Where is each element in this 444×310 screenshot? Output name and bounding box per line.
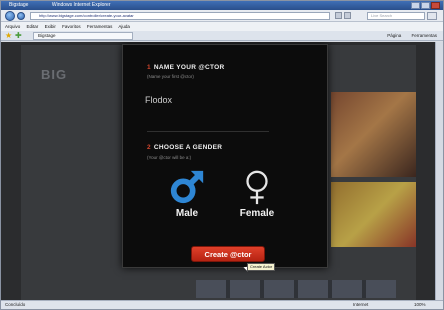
menu-item-help[interactable]: Ajuda <box>118 24 130 29</box>
actor-name-input[interactable] <box>145 89 305 111</box>
menu-item-favorites[interactable]: Favoritos <box>62 24 81 29</box>
background-thumbnails <box>196 280 396 298</box>
search-input[interactable]: Live Search <box>367 12 425 20</box>
favorites-star-icon[interactable]: ★ <box>5 32 13 40</box>
back-button[interactable] <box>5 11 15 21</box>
zoom-level[interactable]: 100% <box>414 301 426 309</box>
background-photo <box>331 92 416 177</box>
gender-label-male: Male <box>175 208 199 219</box>
title-bar: Bigstage Windows Internet Explorer <box>1 1 443 10</box>
address-row: http://www.bigstage.com/controller/creat… <box>1 10 443 22</box>
address-actions <box>335 12 351 19</box>
step2-number: 2 <box>147 144 151 151</box>
stop-icon[interactable] <box>344 12 351 19</box>
step1-hint: (Name your first @ctor) <box>147 74 194 79</box>
title-text: Bigstage <box>9 2 29 8</box>
maximize-button[interactable] <box>421 2 430 9</box>
section-divider <box>147 131 269 132</box>
menu-item-view[interactable]: Exibir <box>45 24 56 29</box>
tab-bigstage[interactable]: Bigstage <box>33 32 133 40</box>
step1-number: 1 <box>147 64 151 71</box>
command-bar: Página Ferramentas <box>378 32 437 40</box>
male-symbol-icon <box>170 170 204 204</box>
forward-button[interactable] <box>17 12 25 20</box>
status-zone: Internet <box>353 302 369 307</box>
menu-bar: Arquivo Editar Exibir Favoritos Ferramen… <box>1 22 443 31</box>
background-photo <box>331 182 416 247</box>
gender-label-female: Female <box>239 208 275 219</box>
step2-title-text: CHOOSE A GENDER <box>153 144 223 151</box>
gender-option-female[interactable]: Female <box>227 168 287 230</box>
step2-title: 2 CHOOSE A GENDER <box>147 144 222 151</box>
tooltip: Create Actor <box>247 263 276 271</box>
step1-title: 1 NAME YOUR @CTOR <box>147 64 224 71</box>
menu-item-tools[interactable]: Ferramentas <box>87 24 113 29</box>
window-controls <box>411 2 440 9</box>
female-symbol-icon <box>246 170 268 205</box>
command-tools[interactable]: Ferramentas <box>411 33 437 38</box>
step2-hint: (Your @ctor will be a:) <box>147 155 192 160</box>
address-bar[interactable]: http://www.bigstage.com/controller/creat… <box>30 12 330 20</box>
gender-option-male[interactable]: Male <box>157 168 217 230</box>
close-button[interactable] <box>431 2 440 9</box>
site-logo: BIG <box>41 67 68 82</box>
title-app-text: Windows Internet Explorer <box>51 2 111 8</box>
status-text: Concluído <box>5 302 26 307</box>
add-favorite-icon[interactable]: ✚ <box>15 32 23 40</box>
page-content: BIG 1 NAME YOUR @CTOR (Name your first @c… <box>1 42 443 300</box>
status-bar: Concluído Internet 100% <box>1 300 443 309</box>
browser-window: Bigstage Windows Internet Explorer http:… <box>0 0 444 310</box>
menu-item-file[interactable]: Arquivo <box>5 24 20 29</box>
menu-item-edit[interactable]: Editar <box>27 24 39 29</box>
search-icon[interactable] <box>427 12 437 20</box>
create-actor-dialog: 1 NAME YOUR @CTOR (Name your first @ctor)… <box>122 44 328 268</box>
minimize-button[interactable] <box>411 2 420 9</box>
refresh-icon[interactable] <box>335 12 342 19</box>
create-actor-button[interactable]: Create @ctor <box>191 246 265 262</box>
step1-title-text: NAME YOUR @CTOR <box>153 64 225 71</box>
command-page[interactable]: Página <box>387 33 401 38</box>
vertical-scrollbar[interactable] <box>435 42 443 300</box>
tab-row: ★ ✚ Bigstage Página Ferramentas <box>1 31 443 41</box>
